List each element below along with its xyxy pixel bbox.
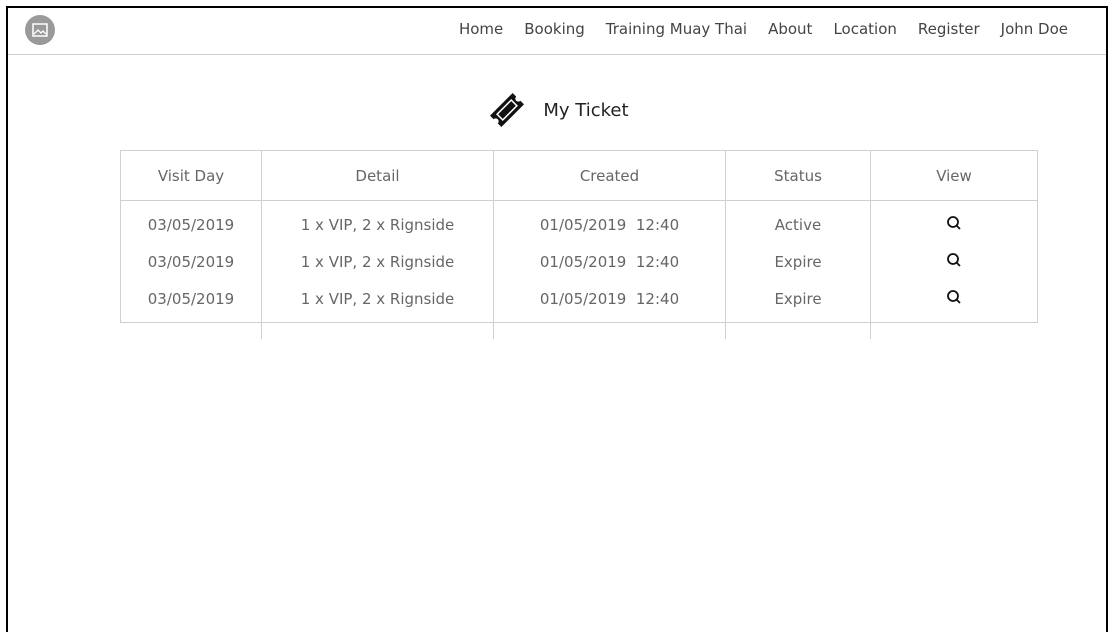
nav-item-about[interactable]: About	[768, 20, 812, 38]
image-placeholder-icon	[32, 23, 48, 37]
cell-visit-day: 03/05/2019	[121, 200, 262, 243]
header-view: View	[870, 151, 1037, 201]
ticket-icon	[490, 93, 525, 127]
header-created: Created	[493, 151, 726, 201]
cell-visit-day: 03/05/2019	[121, 280, 262, 317]
nav-links: Home Booking Training Muay Thai About Lo…	[438, 20, 1068, 38]
cell-detail: 1 x VIP, 2 x Rignside	[261, 280, 494, 317]
nav-item-booking[interactable]: Booking	[524, 20, 585, 38]
nav-item-location[interactable]: Location	[833, 20, 896, 38]
cell-status: Expire	[725, 280, 871, 317]
cell-view	[871, 280, 1038, 317]
navbar: Home Booking Training Muay Thai About Lo…	[8, 8, 1106, 55]
page-title: My Ticket	[543, 99, 629, 121]
table-header-row: Visit Day Detail Created Status View	[121, 151, 1037, 201]
search-icon[interactable]	[946, 289, 962, 305]
header-status: Status	[725, 151, 871, 201]
browser-frame: Home Booking Training Muay Thai About Lo…	[6, 6, 1108, 632]
cell-created: 01/05/2019 12:40	[493, 280, 726, 317]
search-icon[interactable]	[946, 215, 962, 231]
cell-created: 01/05/2019 12:40	[493, 243, 726, 280]
nav-item-home[interactable]: Home	[459, 20, 503, 38]
cell-view	[871, 243, 1038, 280]
table-row: 03/05/2019 1 x VIP, 2 x Rignside 01/05/2…	[121, 200, 1038, 244]
cell-detail: 1 x VIP, 2 x Rignside	[261, 243, 494, 280]
logo[interactable]	[25, 15, 55, 45]
cell-detail: 1 x VIP, 2 x Rignside	[261, 200, 494, 243]
search-icon[interactable]	[946, 252, 962, 268]
cell-created: 01/05/2019 12:40	[493, 200, 726, 243]
page-heading: My Ticket	[8, 88, 1106, 132]
cell-view	[871, 201, 1038, 244]
cell-visit-day: 03/05/2019	[121, 243, 262, 280]
table-row: 03/05/2019 1 x VIP, 2 x Rignside 01/05/2…	[121, 243, 1037, 280]
cell-status: Active	[725, 200, 871, 243]
nav-item-register[interactable]: Register	[918, 20, 980, 38]
table-row: 03/05/2019 1 x VIP, 2 x Rignside 01/05/2…	[121, 280, 1037, 317]
nav-item-user[interactable]: John Doe	[1001, 20, 1068, 38]
table-filler-row	[121, 317, 1037, 339]
header-detail: Detail	[261, 151, 494, 201]
cell-status: Expire	[725, 243, 871, 280]
nav-item-training[interactable]: Training Muay Thai	[606, 20, 747, 38]
ticket-table: Visit Day Detail Created Status View 03/…	[120, 150, 1038, 339]
header-visit-day: Visit Day	[121, 151, 262, 201]
